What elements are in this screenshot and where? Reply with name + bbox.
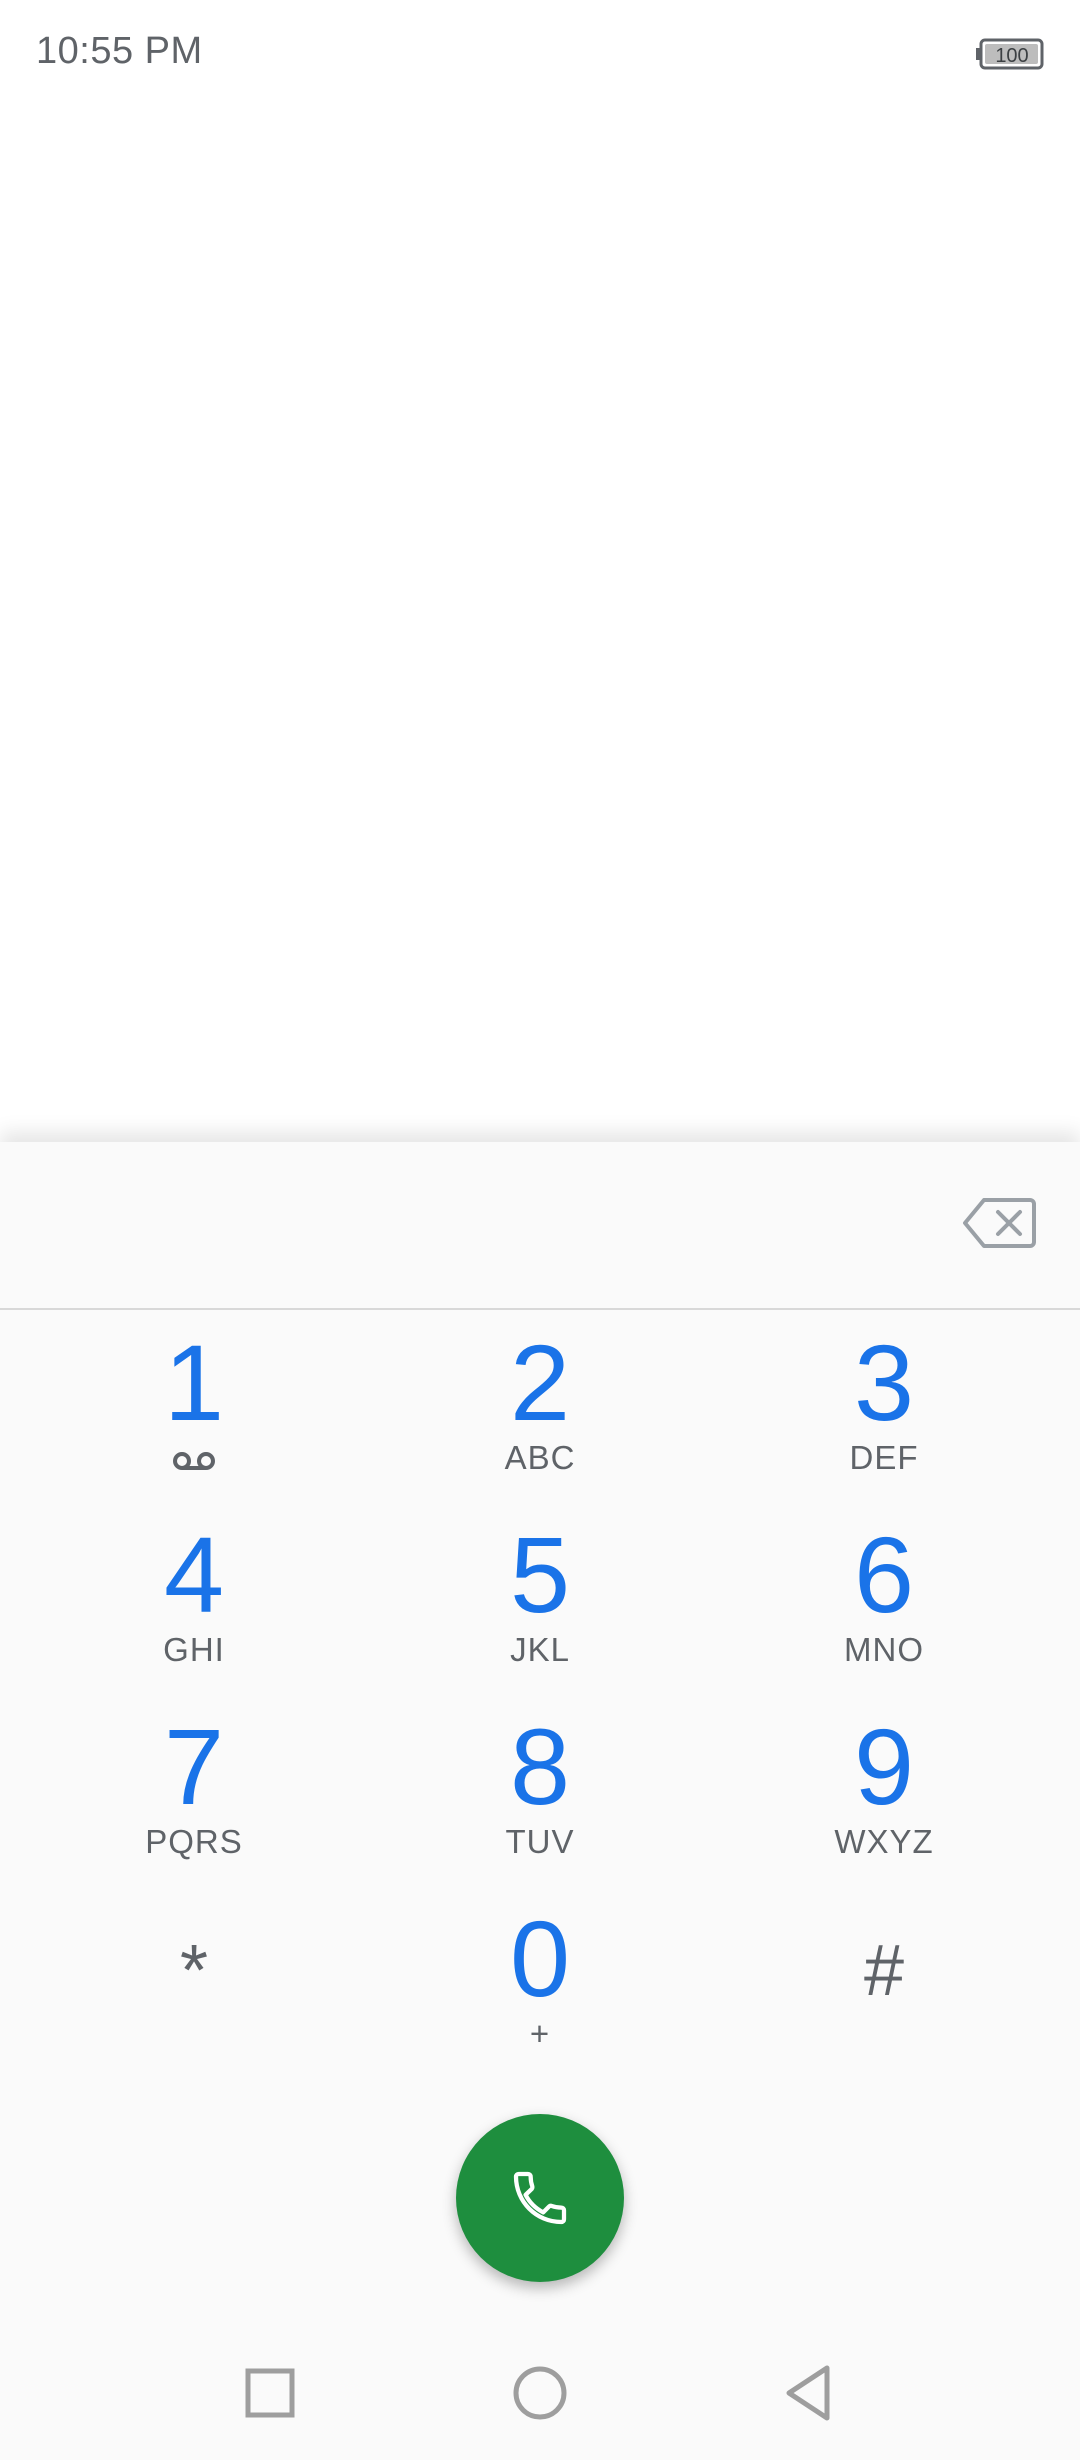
key-letters: DEF bbox=[849, 1439, 919, 1476]
key-letters: GHI bbox=[163, 1631, 225, 1668]
key-hash[interactable]: # bbox=[754, 1886, 1014, 2076]
key-letters: + bbox=[529, 2015, 551, 2052]
key-digit: 0 bbox=[509, 1898, 571, 2019]
digits-input[interactable] bbox=[40, 1182, 920, 1272]
dialer-screen: 10:55 PM 100 1 2 ABC 3 DEF 4 GHI 5 JKL 6… bbox=[0, 0, 1080, 2460]
key-letters: TUV bbox=[505, 1823, 575, 1860]
status-time: 10:55 PM bbox=[36, 30, 203, 72]
key-digit: 4 bbox=[163, 1514, 225, 1635]
square-icon[interactable] bbox=[235, 2358, 305, 2428]
key-digit: 5 bbox=[509, 1514, 571, 1635]
call-button[interactable] bbox=[456, 2114, 624, 2282]
phone-icon bbox=[513, 2171, 567, 2225]
key-digit: 6 bbox=[853, 1514, 915, 1635]
digits-row bbox=[0, 1142, 1080, 1308]
key-digit: 9 bbox=[853, 1706, 915, 1827]
key-digit: 3 bbox=[853, 1322, 915, 1443]
triangle-back-icon[interactable] bbox=[775, 2358, 845, 2428]
key-8[interactable]: 8 TUV bbox=[410, 1694, 670, 1884]
backspace-icon[interactable] bbox=[962, 1196, 1036, 1250]
key-symbol: * bbox=[179, 1931, 209, 2011]
key-1[interactable]: 1 bbox=[64, 1310, 324, 1500]
key-letters: WXYZ bbox=[834, 1823, 934, 1860]
call-log-area bbox=[0, 110, 1080, 1120]
key-letters: ABC bbox=[504, 1439, 576, 1476]
key-digit: 8 bbox=[509, 1706, 571, 1827]
key-3[interactable]: 3 DEF bbox=[754, 1310, 1014, 1500]
key-digit: 7 bbox=[163, 1706, 225, 1827]
key-6[interactable]: 6 MNO bbox=[754, 1502, 1014, 1692]
key-7[interactable]: 7 PQRS bbox=[64, 1694, 324, 1884]
key-symbol: # bbox=[863, 1931, 905, 2011]
key-0[interactable]: 0 + bbox=[410, 1886, 670, 2076]
key-4[interactable]: 4 GHI bbox=[64, 1502, 324, 1692]
voicemail-icon bbox=[173, 1452, 215, 1470]
key-2[interactable]: 2 ABC bbox=[410, 1310, 670, 1500]
key-letters: JKL bbox=[510, 1631, 570, 1668]
key-star[interactable]: * bbox=[64, 1886, 324, 2076]
keypad: 1 2 ABC 3 DEF 4 GHI 5 JKL 6 MNO 7 PQRS 8… bbox=[0, 1310, 1080, 2080]
battery-level: 100 bbox=[995, 45, 1028, 67]
navigation-bar bbox=[0, 2330, 1080, 2460]
key-9[interactable]: 9 WXYZ bbox=[754, 1694, 1014, 1884]
key-letters: PQRS bbox=[145, 1823, 243, 1860]
key-letters: MNO bbox=[844, 1631, 924, 1668]
key-5[interactable]: 5 JKL bbox=[410, 1502, 670, 1692]
status-bar: 10:55 PM 100 bbox=[0, 0, 1080, 110]
key-digit: 2 bbox=[509, 1322, 571, 1443]
key-digit: 1 bbox=[163, 1322, 225, 1443]
circle-icon[interactable] bbox=[505, 2358, 575, 2428]
battery-icon: 100 bbox=[976, 38, 1044, 70]
